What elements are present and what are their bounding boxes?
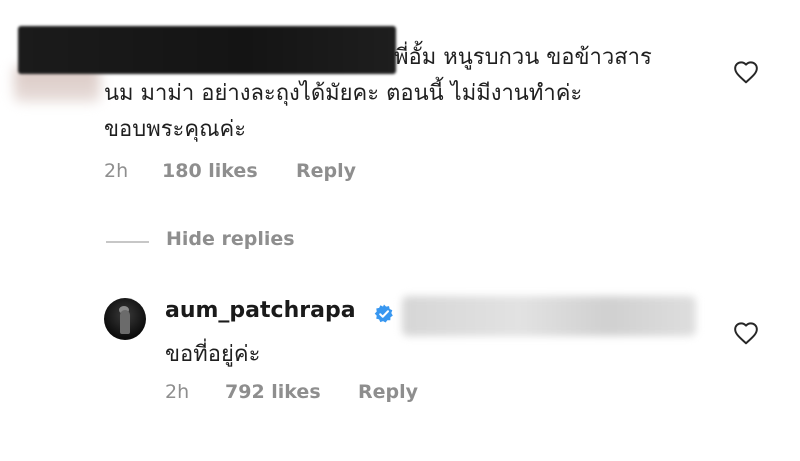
comment-likes[interactable]: 180 likes: [162, 160, 258, 182]
reply-text: ขอที่อยู่ค่ะ: [165, 342, 261, 367]
comment-text-line-2: นม มาม่า อย่างละถุงได้มัยคะ ตอนนี้ ไม่มี…: [104, 81, 583, 106]
comment-reply-button[interactable]: Reply: [296, 160, 356, 182]
reply-reply-button[interactable]: Reply: [358, 381, 418, 403]
reply-username[interactable]: aum_patchrapa: [165, 298, 356, 323]
verified-badge-icon: [374, 304, 394, 324]
heart-outline-icon: [734, 322, 758, 345]
heart-outline-icon: [734, 61, 758, 84]
reply-like-button[interactable]: [733, 321, 759, 349]
comment-like-button[interactable]: [733, 60, 759, 88]
hide-replies-line: [106, 241, 149, 243]
avatar-figure-body: [120, 310, 130, 334]
hide-replies-button[interactable]: Hide replies: [166, 228, 295, 250]
comment-text-line-3: ขอบพระคุณค่ะ: [104, 117, 247, 142]
redacted-username: [18, 26, 396, 74]
reply-likes[interactable]: 792 likes: [225, 381, 321, 403]
comment-time: 2h: [104, 160, 129, 182]
reply-time: 2h: [165, 381, 190, 403]
redacted-reply-text: [402, 296, 696, 336]
avatar[interactable]: [104, 298, 146, 340]
comment-text-line-1: พี่อั้ม หนูรบกวน ขอข้าวสาร: [394, 45, 652, 70]
